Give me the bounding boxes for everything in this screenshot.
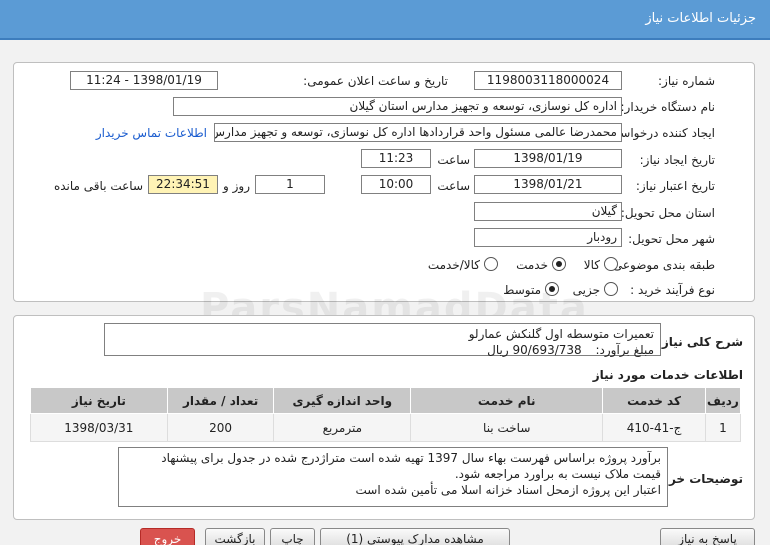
cell-qty: 200 bbox=[166, 413, 275, 442]
col-qty: تعداد / مقدار bbox=[166, 387, 275, 414]
summary-line-1: تعمیرات متوسطه اول گلنکش عمارلو bbox=[468, 327, 654, 341]
exit-button[interactable]: خروج bbox=[140, 528, 195, 545]
notes-line-3: اعتبار این پروژه ازمحل اسناد خزانه اسلا … bbox=[355, 483, 662, 497]
process-option-medium: متوسط bbox=[503, 283, 541, 297]
created-label: تاریخ ایجاد نیاز: bbox=[639, 153, 715, 167]
announce-label: تاریخ و ساعت اعلان عمومی: bbox=[303, 74, 448, 88]
remaining-time-field: 22:34:51 bbox=[148, 175, 218, 194]
created-date-field: 1398/01/19 bbox=[474, 149, 622, 168]
table-row: 1 ج-41-410 ساخت بنا مترمربع 200 1398/03/… bbox=[30, 413, 742, 442]
contact-buyer-link[interactable]: اطلاعات تماس خریدار bbox=[96, 126, 207, 140]
title-bar: جزئیات اطلاعات نیاز bbox=[0, 0, 770, 40]
col-row: ردیف bbox=[704, 387, 742, 414]
notes-line-1: برآورد پروژه براساس فهرست بهاء سال 1397 … bbox=[161, 451, 661, 465]
category-option-service: خدمت bbox=[516, 258, 548, 272]
category-radio-service[interactable] bbox=[552, 257, 566, 271]
remaining-label: ساعت باقی مانده bbox=[53, 179, 143, 193]
estimate-amount: 90/693/738 bbox=[512, 343, 582, 357]
process-radio-medium[interactable] bbox=[545, 282, 559, 296]
process-radio-minor[interactable] bbox=[604, 282, 618, 296]
validity-time-field: 10:00 bbox=[361, 175, 431, 194]
city-field: رودبار bbox=[474, 228, 622, 247]
cell-name: ساخت بنا bbox=[410, 413, 604, 442]
validity-time-label: ساعت bbox=[437, 179, 470, 193]
back-button[interactable]: بازگشت bbox=[205, 528, 265, 545]
validity-label: تاریخ اعتبار نیاز: bbox=[635, 179, 715, 193]
estimate-label: مبلغ برآورد: bbox=[595, 343, 655, 357]
estimate-currency: ریال bbox=[487, 343, 509, 357]
notes-line-2: قیمت ملاک نیست به براورد مراجعه شود. bbox=[454, 467, 661, 481]
cell-unit: مترمربع bbox=[273, 413, 412, 442]
days-label: روز و bbox=[223, 179, 250, 193]
category-option-goods-service: کالا/خدمت bbox=[427, 258, 480, 272]
province-label: استان محل تحویل: bbox=[620, 206, 715, 220]
table-header-row: ردیف کد خدمت نام خدمت واحد اندازه گیری ت… bbox=[30, 387, 742, 414]
need-number-label: شماره نیاز: bbox=[658, 74, 715, 88]
col-date: تاریخ نیاز bbox=[30, 387, 168, 414]
cell-row: 1 bbox=[704, 413, 742, 442]
buyer-field: اداره کل نوسازی، توسعه و تجهیز مدارس است… bbox=[173, 97, 622, 116]
cell-code: ج-41-410 bbox=[602, 413, 706, 442]
window-title: جزئیات اطلاعات نیاز bbox=[645, 11, 756, 26]
summary-line-2: مبلغ برآورد: 90/693/738 ریال bbox=[111, 342, 654, 358]
category-radio-goods[interactable] bbox=[604, 257, 618, 271]
view-documents-button[interactable]: مشاهده مدارک پیوستی (1) bbox=[320, 528, 510, 545]
city-label: شهر محل تحویل: bbox=[628, 232, 715, 246]
created-time-label: ساعت bbox=[437, 153, 470, 167]
need-number-field: 1198003118000024 bbox=[474, 71, 622, 90]
buyer-label: نام دستگاه خریدار: bbox=[620, 100, 716, 114]
announce-field: 1398/01/19 - 11:24 bbox=[70, 71, 218, 90]
cell-date: 1398/03/31 bbox=[30, 413, 168, 442]
col-code: کد خدمت bbox=[602, 387, 706, 414]
process-label: نوع فرآیند خرید : bbox=[630, 283, 715, 297]
process-option-minor: جزیی bbox=[572, 283, 600, 297]
services-table: ردیف کد خدمت نام خدمت واحد اندازه گیری ت… bbox=[30, 387, 742, 442]
validity-date-field: 1398/01/21 bbox=[474, 175, 622, 194]
col-name: نام خدمت bbox=[410, 387, 604, 414]
notes-box: برآورد پروژه براساس فهرست بهاء سال 1397 … bbox=[118, 447, 668, 507]
requester-field: محمدرضا عالمی مسئول واحد قراردادها اداره… bbox=[214, 123, 622, 142]
summary-box: تعمیرات متوسطه اول گلنکش عمارلو مبلغ برآ… bbox=[104, 323, 661, 358]
category-label: طبقه بندی موضوعی: bbox=[608, 258, 715, 272]
category-radio-goods-service[interactable] bbox=[484, 257, 498, 271]
col-unit: واحد اندازه گیری bbox=[273, 387, 412, 414]
summary-label: شرح کلی نیاز: bbox=[657, 335, 743, 349]
category-option-goods: کالا bbox=[583, 258, 600, 272]
province-field: گیلان bbox=[474, 202, 622, 221]
services-heading: اطلاعات خدمات مورد نیاز bbox=[592, 368, 743, 382]
created-time-field: 11:23 bbox=[361, 149, 431, 168]
days-field: 1 bbox=[255, 175, 325, 194]
print-button[interactable]: چاپ bbox=[270, 528, 315, 545]
reply-button[interactable]: پاسخ به نیاز bbox=[660, 528, 755, 545]
